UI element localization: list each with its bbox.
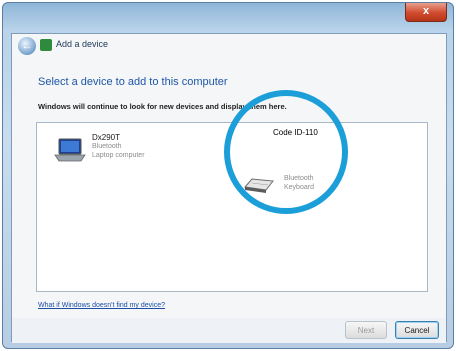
- device-name: Dx290T: [92, 133, 121, 142]
- wizard-panel: ← Add a device Select a device to add to…: [11, 33, 447, 343]
- device-type: Bluetooth: [92, 143, 122, 150]
- wizard-nav: ← Add a device: [12, 34, 446, 58]
- cancel-button[interactable]: Cancel: [395, 321, 439, 339]
- device-category: Laptop computer: [92, 152, 145, 159]
- page-heading: Select a device to add to this computer: [38, 76, 228, 88]
- next-button[interactable]: Next: [345, 321, 387, 339]
- highlight-circle: [224, 90, 348, 214]
- wizard-title: Add a device: [56, 39, 109, 49]
- laptop-icon: [54, 138, 86, 162]
- title-bar[interactable]: x: [3, 3, 453, 33]
- device-name-label: Code ID-110: [273, 128, 318, 137]
- close-button[interactable]: x: [405, 3, 447, 22]
- button-bar: Next Cancel: [12, 318, 446, 343]
- back-arrow-icon[interactable]: ←: [18, 37, 36, 55]
- device-item-laptop[interactable]: Dx290T Bluetooth Laptop computer: [37, 123, 187, 183]
- add-device-icon: [40, 39, 52, 51]
- help-link[interactable]: What if Windows doesn't find my device?: [38, 302, 165, 309]
